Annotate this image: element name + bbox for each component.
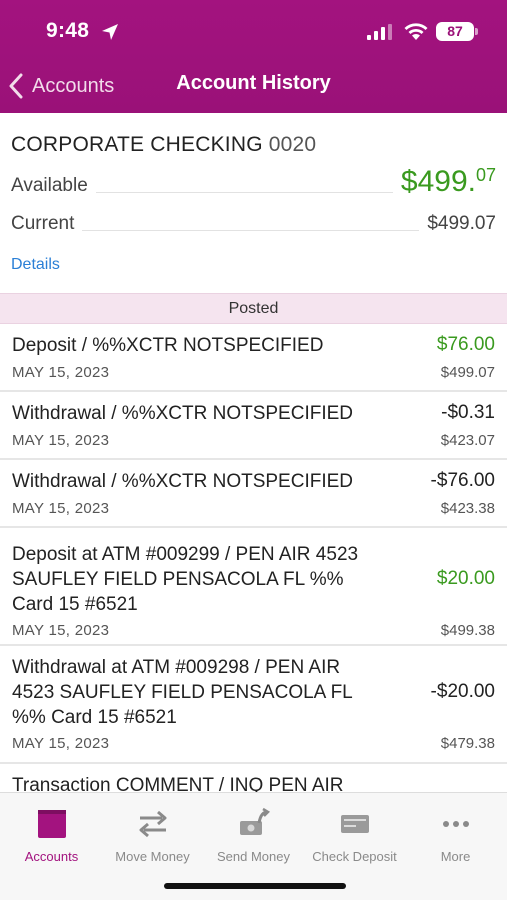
cellular-signal-icon bbox=[367, 24, 392, 40]
transaction-amount: $20.00 bbox=[436, 568, 495, 589]
tab-move-money[interactable]: Move Money bbox=[102, 793, 203, 864]
transaction-description: Withdrawal / %%XCTR NOTSPECIFIED bbox=[12, 471, 353, 492]
current-balance: $499.07 bbox=[427, 213, 496, 234]
status-time: 9:48 bbox=[46, 19, 90, 42]
app-header: 9:48 87 Accounts Account History bbox=[0, 0, 507, 113]
transaction-description: Deposit / %%XCTR NOTSPECIFIED bbox=[12, 335, 324, 356]
check-deposit-icon bbox=[340, 815, 369, 833]
available-dollars: $499. bbox=[400, 165, 476, 198]
battery-indicator: 87 bbox=[436, 22, 474, 41]
leader-line bbox=[82, 230, 420, 231]
tab-check-deposit[interactable]: Check Deposit bbox=[304, 793, 405, 864]
transaction-date: MAY 15, 2023 bbox=[12, 622, 110, 639]
tab-more[interactable]: More bbox=[405, 793, 506, 864]
current-balance-row: Current $499.07 bbox=[11, 207, 496, 237]
account-summary: CORPORATE CHECKING 0020 Available $499.0… bbox=[0, 113, 507, 293]
transaction-description: Deposit at ATM #009299 / PEN AIR 4523 SA… bbox=[12, 544, 359, 615]
location-arrow-icon bbox=[102, 24, 118, 40]
transaction-row[interactable]: Withdrawal / %%XCTR NOTSPECIFIED MAY 15,… bbox=[0, 392, 507, 460]
page-title-text: Account History bbox=[176, 72, 331, 94]
account-name: CORPORATE CHECKING 0020 bbox=[11, 133, 316, 157]
tab-accounts[interactable]: Accounts bbox=[1, 793, 102, 864]
battery-tip bbox=[475, 28, 478, 35]
transaction-amount: -$20.00 bbox=[430, 681, 495, 702]
transaction-row[interactable]: Transaction COMMENT / INQ PEN AIR bbox=[0, 764, 507, 792]
tab-label: Send Money bbox=[217, 849, 290, 864]
running-balance: $423.07 bbox=[440, 432, 495, 449]
tab-send-money[interactable]: Send Money bbox=[203, 793, 304, 864]
status-bar: 9:48 87 bbox=[0, 0, 507, 62]
running-balance: $499.07 bbox=[440, 364, 495, 381]
tab-label: Move Money bbox=[115, 849, 190, 864]
available-balance-row: Available $499.07 bbox=[11, 165, 496, 199]
transaction-amount: $76.00 bbox=[436, 334, 495, 355]
transaction-date: MAY 15, 2023 bbox=[12, 432, 110, 449]
available-cents: 07 bbox=[475, 165, 496, 185]
home-indicator bbox=[164, 883, 346, 889]
account-name-text: CORPORATE CHECKING bbox=[11, 133, 263, 156]
tab-label: Accounts bbox=[24, 849, 79, 864]
transaction-amount: -$0.31 bbox=[441, 402, 495, 423]
send-money-icon bbox=[239, 807, 270, 835]
details-link[interactable]: Details bbox=[11, 256, 60, 274]
available-label: Available bbox=[11, 175, 88, 196]
transaction-date: MAY 15, 2023 bbox=[12, 500, 110, 517]
transaction-date: MAY 15, 2023 bbox=[12, 735, 110, 752]
transaction-row[interactable]: Withdrawal at ATM #009298 / PEN AIR 4523… bbox=[0, 646, 507, 764]
page-title: Account History bbox=[0, 72, 507, 95]
more-dots-icon bbox=[442, 821, 469, 827]
transaction-description: Transaction COMMENT / INQ PEN AIR bbox=[12, 775, 344, 792]
posted-section-header: Posted bbox=[0, 293, 507, 324]
running-balance: $499.38 bbox=[440, 622, 495, 639]
leader-line bbox=[95, 192, 393, 193]
transaction-description: Withdrawal / %%XCTR NOTSPECIFIED bbox=[12, 403, 353, 424]
tab-label: Check Deposit bbox=[312, 849, 397, 864]
accounts-icon bbox=[37, 810, 66, 838]
current-label: Current bbox=[11, 213, 75, 234]
transaction-row[interactable]: Withdrawal / %%XCTR NOTSPECIFIED MAY 15,… bbox=[0, 460, 507, 528]
account-number: 0020 bbox=[268, 133, 317, 156]
transaction-list[interactable]: Deposit / %%XCTR NOTSPECIFIED MAY 15, 20… bbox=[0, 324, 507, 792]
running-balance: $479.38 bbox=[440, 735, 495, 752]
transaction-row[interactable]: Deposit at ATM #009299 / PEN AIR 4523 SA… bbox=[0, 528, 507, 646]
transaction-row[interactable]: Deposit / %%XCTR NOTSPECIFIED MAY 15, 20… bbox=[0, 324, 507, 392]
tab-label: More bbox=[440, 849, 471, 864]
running-balance: $423.38 bbox=[440, 500, 495, 517]
transaction-description: Withdrawal at ATM #009298 / PEN AIR 4523… bbox=[12, 657, 353, 728]
available-balance: $499.07 bbox=[401, 165, 496, 199]
transfer-arrows-icon bbox=[139, 810, 166, 838]
transaction-date: MAY 15, 2023 bbox=[12, 364, 110, 381]
wifi-icon bbox=[404, 23, 428, 40]
transaction-amount: -$76.00 bbox=[430, 470, 495, 491]
